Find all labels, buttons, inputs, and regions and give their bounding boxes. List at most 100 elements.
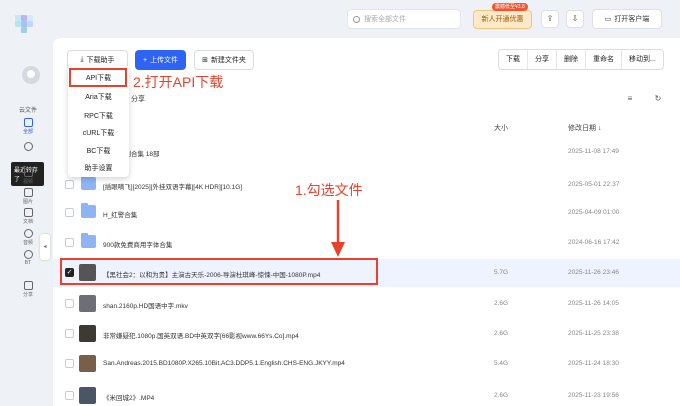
app-logo[interactable] — [15, 15, 33, 33]
document-icon — [23, 208, 33, 217]
column-modified[interactable]: 修改日期 ↓ — [568, 123, 601, 133]
refresh-icon[interactable]: ↻ — [651, 92, 665, 106]
file-name: 900款免费商用字体合集 — [103, 242, 173, 249]
row-checkbox[interactable] — [65, 359, 74, 368]
table-row[interactable]: 900款免费商用字体合集 2024-06-16 17:42 — [53, 229, 680, 257]
video-thumbnail — [79, 295, 96, 312]
file-date: 2025-11-23 19:56 — [568, 392, 619, 399]
file-date: 2025-11-24 18:30 — [568, 360, 619, 367]
annotation-step1: 1.勾选文件 — [295, 182, 363, 198]
file-date: 2025-11-26 23:46 — [568, 269, 619, 276]
sidebar-item-image[interactable]: 图片 — [16, 188, 40, 205]
chevron-left-icon: ◂ — [43, 244, 47, 250]
folder-icon — [81, 233, 96, 248]
action-rename[interactable]: 重命名 — [586, 50, 622, 69]
row-checkbox[interactable] — [65, 299, 74, 308]
magnet-icon — [23, 250, 33, 259]
video-thumbnail — [79, 387, 96, 404]
file-size: 5.4G — [494, 360, 509, 367]
open-client-button[interactable]: ▭ 打开客户端 — [592, 9, 662, 29]
download-manager-icon[interactable]: ⇩ — [566, 10, 584, 28]
menu-item-aria[interactable]: Aria下载 — [68, 92, 129, 102]
file-date: 2024-06-16 17:42 — [568, 239, 620, 246]
file-name: [插眼嘀飞][2025][外挂双语字幕][4K HDR][10.1G] — [103, 184, 243, 191]
folder-icon — [81, 175, 96, 190]
row-checkbox[interactable] — [65, 208, 74, 217]
sidebar-item-all[interactable]: 全部 — [16, 118, 40, 135]
row-checkbox[interactable] — [65, 180, 74, 189]
search-icon — [353, 15, 360, 23]
promo-button[interactable]: 新人开通优惠 — [473, 10, 532, 29]
new-folder-button[interactable]: ⊞ 新建文件夹 — [194, 50, 254, 70]
table-row[interactable]: 非常嫌疑犯.1080p.国英双语.BD中英双字[66影视www.66Ys.Co]… — [53, 320, 680, 348]
sidebar-collapse-button[interactable]: ◂ — [40, 234, 50, 260]
menu-item-rpc[interactable]: RPC下载 — [68, 111, 129, 121]
file-date: 2025-04-09 01:00 — [568, 209, 620, 216]
file-size: 2.6G — [494, 392, 509, 399]
audio-icon — [23, 229, 33, 238]
table-row[interactable]: [插眼嘀飞][2025][外挂双语字幕][4K HDR][10.1G] 2025… — [53, 171, 680, 199]
folder-icon — [81, 203, 96, 218]
row-checkbox[interactable] — [65, 329, 74, 338]
sort-icon[interactable]: ≡ — [623, 92, 637, 106]
table-row[interactable]: shan.2160p.HD国语中字.mkv 2.6G 2025-11-26 14… — [53, 290, 680, 318]
monitor-icon: ▭ — [604, 16, 612, 23]
menu-item-settings[interactable]: 助手设置 — [68, 163, 129, 173]
table-row[interactable]: H_红警合集 2025-04-09 01:00 — [53, 199, 680, 227]
menu-item-bc[interactable]: BC下载 — [68, 146, 129, 156]
bulk-actions: 下载 分享 删除 重命名 移动到... — [498, 49, 664, 70]
table-row[interactable]: San.Andreas.2015.BD1080P.X265.10Bit.AC3.… — [53, 350, 680, 378]
sidebar-item-audio[interactable]: 音频 — [16, 229, 40, 246]
file-date: 2025-11-25 23:38 — [568, 330, 619, 337]
table-row[interactable]: 电影系列合集 18部 2025-11-08 17:49 — [53, 138, 680, 166]
file-name: shan.2160p.HD国语中字.mkv — [103, 303, 188, 310]
file-size: 2.6G — [494, 300, 509, 307]
download-icon: ⤓ — [80, 56, 84, 63]
file-name: 非常嫌疑犯.1080p.国英双语.BD中英双字[66影视www.66Ys.Co]… — [103, 333, 299, 340]
video-thumbnail — [79, 355, 96, 372]
action-share[interactable]: 分享 — [528, 50, 557, 69]
sidebar-section-label: 云文件 — [19, 108, 38, 114]
image-icon — [23, 188, 33, 197]
annotation-arrow — [331, 200, 345, 257]
file-size: 5.7G — [494, 269, 509, 276]
row-checkbox[interactable] — [65, 238, 74, 247]
upload-manager-icon[interactable]: ⇪ — [541, 10, 559, 28]
action-move[interactable]: 移动到... — [622, 50, 663, 69]
search-input[interactable]: 搜索全部文件 — [347, 9, 461, 29]
action-delete[interactable]: 删除 — [557, 50, 586, 69]
file-date: 2025-05-01 22:37 — [568, 181, 620, 188]
sidebar-item-video[interactable]: 视频 — [16, 168, 40, 185]
upload-button[interactable]: + 上传文件 — [135, 50, 186, 70]
row-checkbox[interactable] — [65, 391, 74, 400]
promo-badge: 震撼低至¥3.8 — [492, 3, 528, 11]
highlight-selected-file — [60, 258, 378, 285]
sort-arrow-icon: ↓ — [597, 125, 602, 132]
file-date: 2025-11-26 14:05 — [568, 300, 619, 307]
file-size: 2.6G — [494, 330, 509, 337]
highlight-api-download — [69, 68, 127, 87]
plus-icon: + — [142, 56, 148, 64]
sidebar-item-share[interactable]: 分享 — [16, 281, 40, 298]
column-size[interactable]: 大小 — [494, 123, 508, 133]
sidebar-item-recent[interactable] — [16, 142, 40, 152]
breadcrumb[interactable]: 分享 — [131, 94, 145, 104]
sidebar-item-document[interactable]: 文档 — [16, 208, 40, 225]
menu-item-curl[interactable]: cURL下载 — [68, 128, 129, 138]
clock-icon — [23, 142, 33, 151]
avatar[interactable] — [22, 66, 40, 84]
file-name: 《米回城2》.MP4 — [103, 395, 155, 402]
table-row[interactable]: 《米回城2》.MP4 2.6G 2025-11-23 19:56 — [53, 382, 680, 406]
video-thumbnail — [79, 325, 96, 342]
file-name: H_红警合集 — [103, 212, 138, 219]
action-download[interactable]: 下载 — [499, 50, 528, 69]
video-icon — [23, 168, 33, 177]
sidebar-item-bt[interactable]: BT — [16, 250, 40, 266]
file-date: 2025-11-08 17:49 — [568, 148, 619, 155]
file-name: San.Andreas.2015.BD1080P.X265.10Bit.AC3.… — [103, 360, 345, 367]
new-folder-icon: ⊞ — [202, 57, 208, 64]
share-icon — [23, 281, 33, 290]
left-rail: 云文件 全部 最近转存了 视频 图片 文档 音频 BT 分享 — [0, 0, 44, 406]
folder-icon — [23, 118, 33, 127]
annotation-step2: 2.打开API下载 — [133, 74, 224, 90]
